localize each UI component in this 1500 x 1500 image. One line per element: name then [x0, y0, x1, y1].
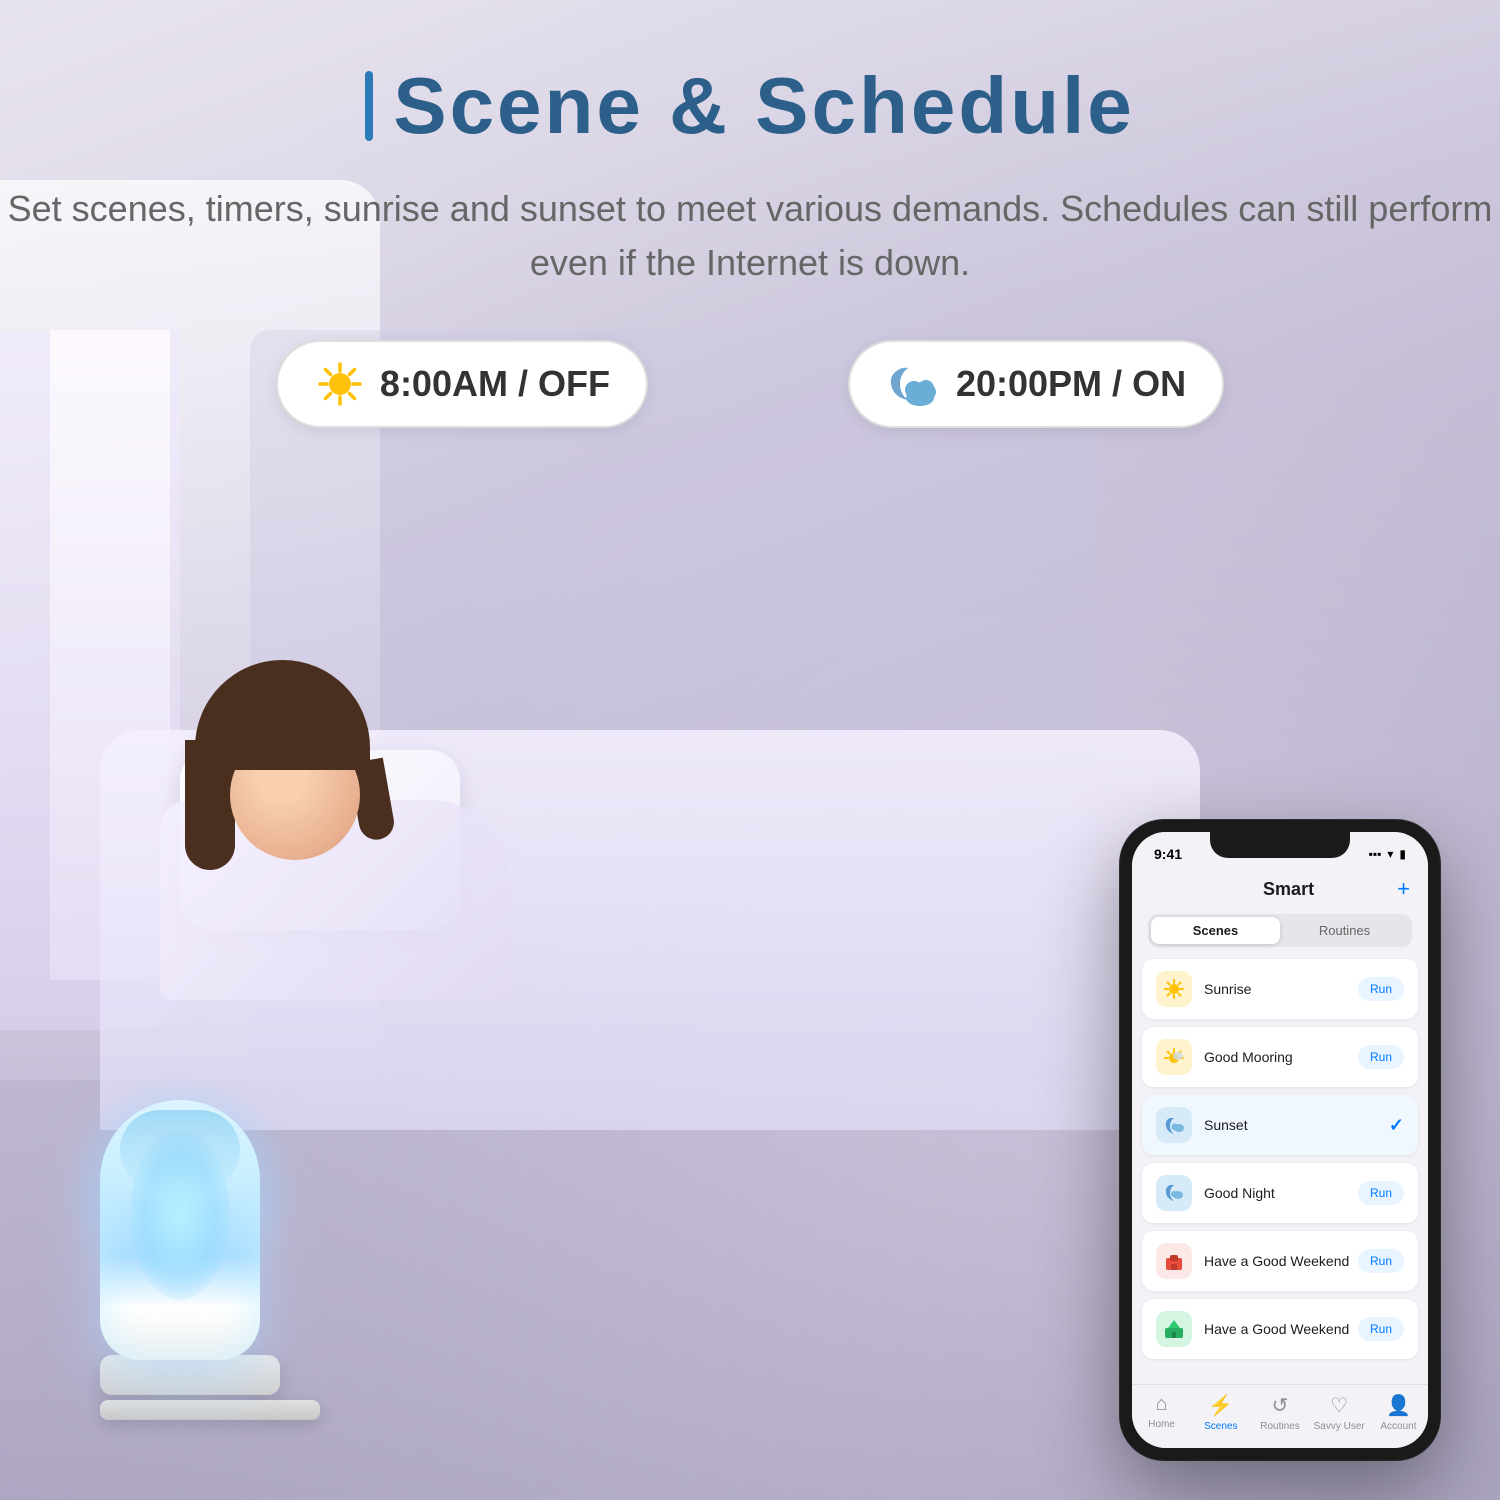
run-btn-weekend2[interactable]: Run [1358, 1317, 1404, 1341]
phone-container: 9:41 ▪▪▪ ▾ ▮ Smart + Scenes Routine [1120, 820, 1440, 1460]
bottom-nav: ⌂ Home ⚡ Scenes ↺ Routines ♡ Savvy User [1132, 1384, 1428, 1448]
routines-nav-label: Routines [1260, 1421, 1299, 1432]
subtitle-text: Set scenes, timers, sunrise and sunset t… [0, 182, 1500, 290]
app-header: Smart + [1132, 868, 1428, 914]
scene-item-sunrise: Sunrise Run [1142, 959, 1418, 1019]
nav-item-savvy[interactable]: ♡ Savvy User [1310, 1393, 1369, 1432]
scene-name-sunset: Sunset [1204, 1117, 1389, 1133]
evening-schedule-text: 20:00PM / ON [956, 363, 1186, 405]
add-button[interactable]: + [1397, 876, 1410, 902]
phone-notch [1210, 832, 1350, 858]
scene-item-weekend2: Have a Good Weekend Run [1142, 1299, 1418, 1359]
savvy-nav-icon: ♡ [1330, 1393, 1348, 1418]
routines-nav-icon: ↺ [1272, 1393, 1289, 1418]
scene-icon-goodnight [1156, 1175, 1192, 1211]
wifi-icon: ▾ [1387, 847, 1393, 861]
scene-name-sunrise: Sunrise [1204, 981, 1358, 997]
app-title: Smart [1180, 879, 1397, 900]
savvy-nav-label: Savvy User [1314, 1421, 1365, 1432]
signal-icon: ▪▪▪ [1369, 847, 1382, 861]
status-time: 9:41 [1154, 846, 1182, 862]
scene-name-goodnight: Good Night [1204, 1185, 1358, 1201]
sun-icon [314, 358, 366, 410]
scene-icon-sunrise [1156, 971, 1192, 1007]
title-text: Scene & Schedule [393, 60, 1135, 152]
status-icons: ▪▪▪ ▾ ▮ [1369, 847, 1406, 861]
run-btn-goodmorning[interactable]: Run [1358, 1045, 1404, 1069]
nav-item-routines[interactable]: ↺ Routines [1250, 1393, 1309, 1432]
routines-tab[interactable]: Routines [1280, 917, 1409, 944]
nav-item-scenes[interactable]: ⚡ Scenes [1191, 1393, 1250, 1432]
run-btn-sunrise[interactable]: Run [1358, 977, 1404, 1001]
evening-schedule-pill: 20:00PM / ON [848, 340, 1224, 428]
phone-frame: 9:41 ▪▪▪ ▾ ▮ Smart + Scenes Routine [1120, 820, 1440, 1460]
phone-screen: 9:41 ▪▪▪ ▾ ▮ Smart + Scenes Routine [1132, 832, 1428, 1448]
scene-icon-goodmorning [1156, 1039, 1192, 1075]
scene-item-goodmorning: Good Mooring Run [1142, 1027, 1418, 1087]
check-icon-sunset: ✓ [1389, 1115, 1404, 1136]
scenes-tab[interactable]: Scenes [1151, 917, 1280, 944]
title-bar-decoration [365, 71, 373, 141]
moon-cloud-icon [886, 360, 942, 408]
scenes-nav-label: Scenes [1204, 1421, 1237, 1432]
home-nav-icon: ⌂ [1156, 1393, 1168, 1416]
run-btn-weekend1[interactable]: Run [1358, 1249, 1404, 1273]
home-nav-label: Home [1148, 1419, 1175, 1430]
scene-name-weekend2: Have a Good Weekend [1204, 1321, 1358, 1337]
morning-schedule-pill: 8:00AM / OFF [276, 340, 648, 428]
scene-name-weekend1: Have a Good Weekend [1204, 1253, 1358, 1269]
scene-routine-toggle: Scenes Routines [1148, 914, 1412, 947]
schedule-row: 8:00AM / OFF 20:00PM / ON [0, 340, 1500, 428]
scene-list: Sunrise Run [1132, 959, 1428, 1359]
lamp-body [100, 1100, 260, 1360]
account-nav-label: Account [1380, 1421, 1416, 1432]
account-nav-icon: 👤 [1386, 1393, 1411, 1418]
scene-icon-sunset [1156, 1107, 1192, 1143]
nav-item-home[interactable]: ⌂ Home [1132, 1393, 1191, 1432]
scenes-nav-icon: ⚡ [1208, 1393, 1233, 1418]
morning-schedule-text: 8:00AM / OFF [380, 363, 610, 405]
scene-item-goodnight: Good Night Run [1142, 1163, 1418, 1223]
lamp-base [100, 1355, 280, 1395]
nav-item-account[interactable]: 👤 Account [1369, 1393, 1428, 1432]
scene-item-weekend1: Have a Good Weekend Run [1142, 1231, 1418, 1291]
header-section: Scene & Schedule Set scenes, timers, sun… [0, 0, 1500, 290]
page-title: Scene & Schedule [0, 60, 1500, 152]
scene-icon-weekend2 [1156, 1311, 1192, 1347]
run-btn-goodnight[interactable]: Run [1358, 1181, 1404, 1205]
scene-icon-weekend1 [1156, 1243, 1192, 1279]
scene-item-sunset: Sunset ✓ [1142, 1095, 1418, 1155]
battery-icon: ▮ [1399, 847, 1406, 861]
scene-name-goodmorning: Good Mooring [1204, 1049, 1358, 1065]
lamp [100, 1100, 320, 1420]
